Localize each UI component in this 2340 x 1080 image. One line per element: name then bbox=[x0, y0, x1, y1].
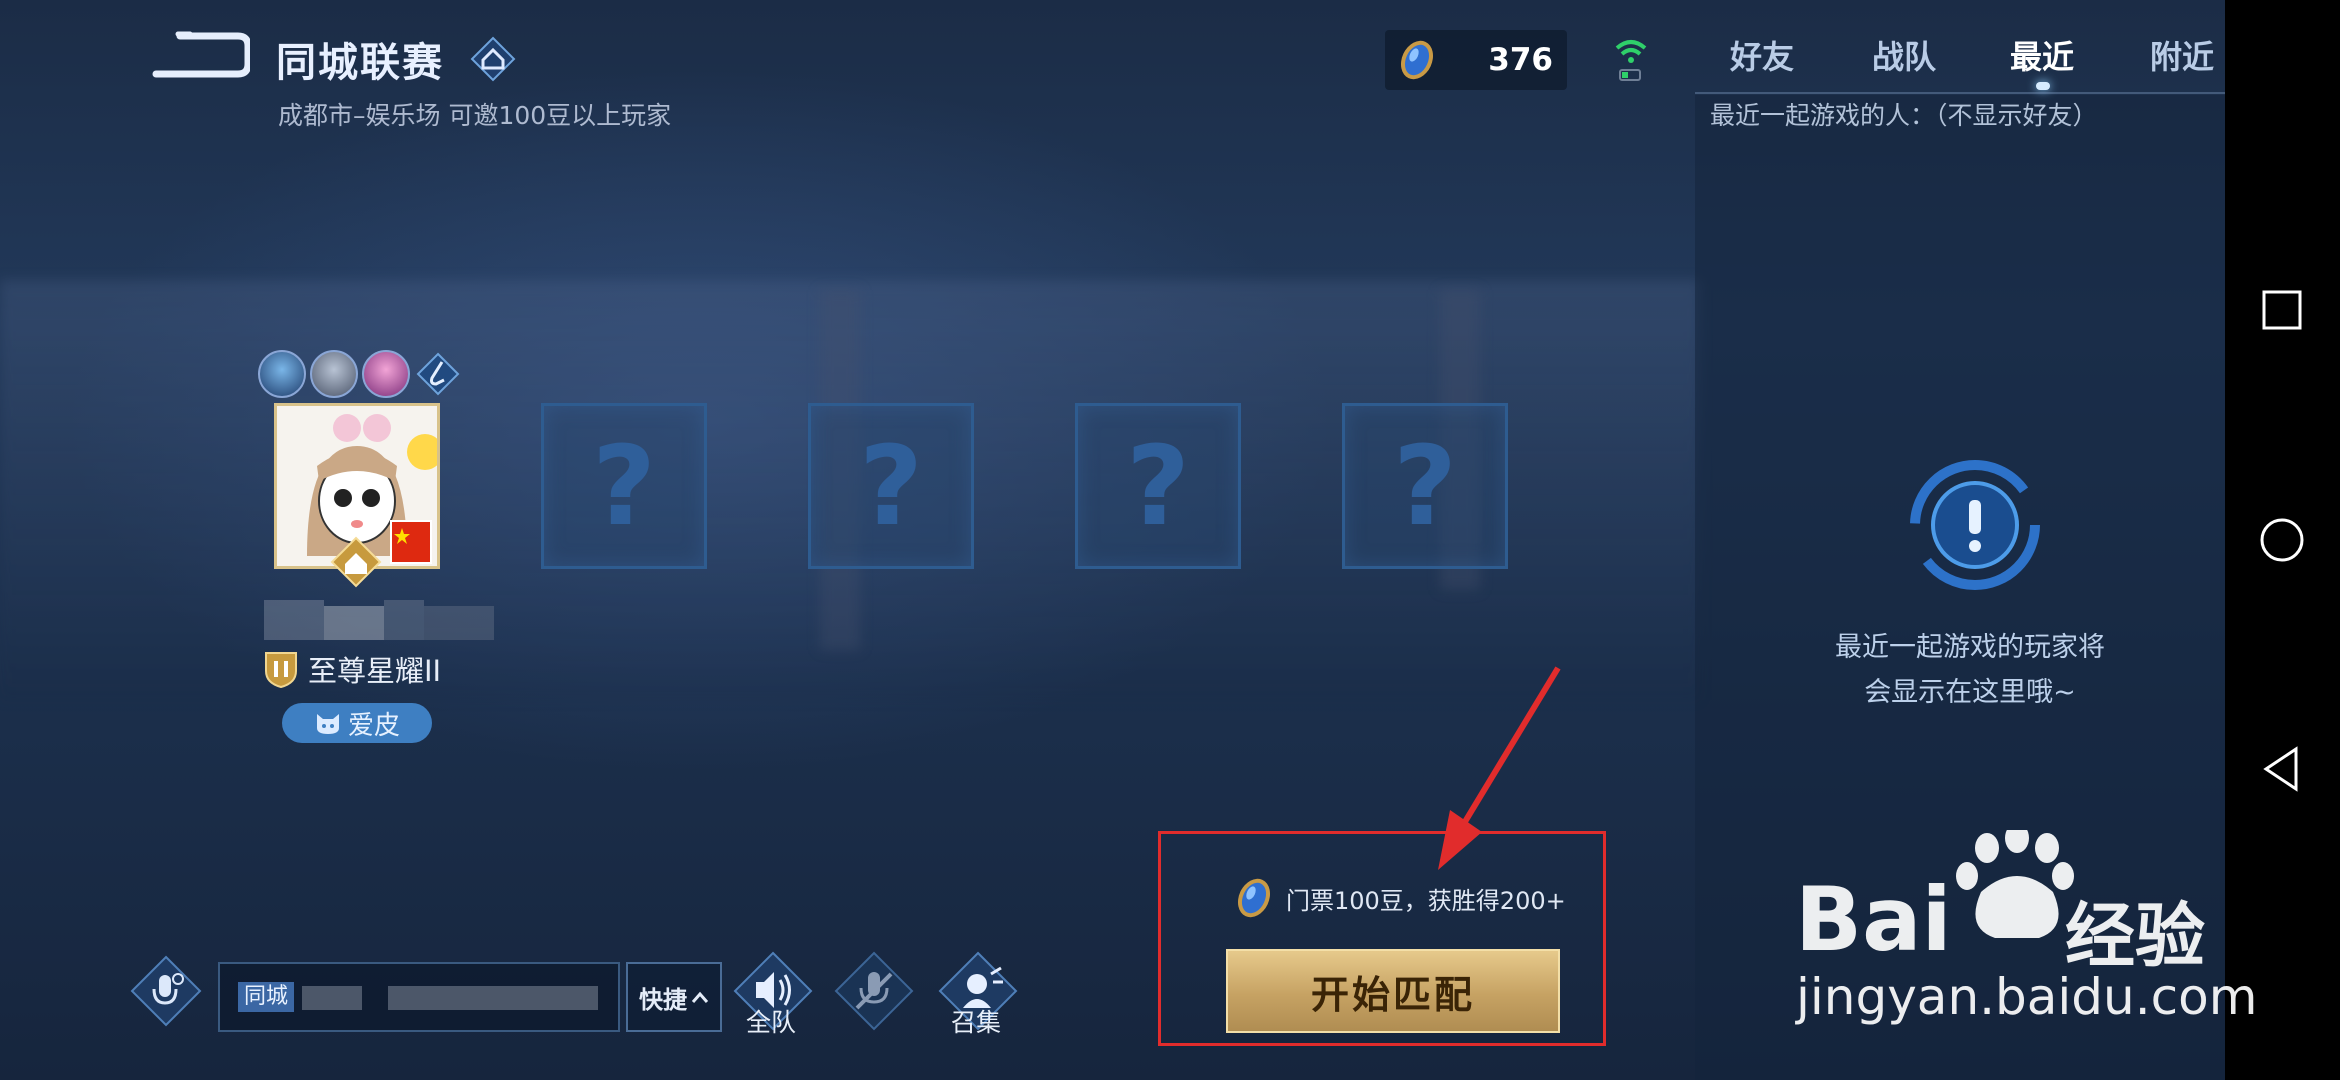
invite-slot[interactable]: ? bbox=[541, 403, 707, 569]
back-icon[interactable] bbox=[2256, 743, 2308, 795]
svg-text:?: ? bbox=[1126, 422, 1190, 550]
home-badge-icon[interactable] bbox=[470, 36, 516, 82]
recent-apps-icon[interactable] bbox=[2256, 284, 2308, 336]
tab-friends[interactable]: 好友 bbox=[1730, 32, 1794, 78]
invite-slot[interactable]: ? bbox=[808, 403, 974, 569]
tab-nearby[interactable]: 附近 bbox=[2150, 32, 2214, 78]
player-name-blurred bbox=[264, 600, 494, 640]
tag-label: 爱皮 bbox=[347, 710, 400, 741]
cat-face-icon bbox=[316, 714, 339, 734]
question-mark-icon: ? bbox=[1126, 422, 1190, 550]
svg-text:?: ? bbox=[859, 422, 923, 550]
start-match-label: 开始匹配 bbox=[1310, 972, 1475, 1017]
ticket-info: 门票100豆，获胜得200+ bbox=[1232, 873, 1566, 923]
bean-amount: 376 bbox=[1488, 42, 1553, 78]
invite-slot[interactable]: ? bbox=[1342, 403, 1508, 569]
start-match-button[interactable]: 开始匹配 bbox=[1226, 949, 1560, 1033]
bean-icon bbox=[1237, 878, 1271, 918]
chevron-up-icon bbox=[691, 991, 709, 1003]
chat-blurred-text bbox=[302, 986, 362, 1010]
bean-icon bbox=[1400, 40, 1434, 80]
player-tag[interactable]: 爱皮 bbox=[282, 703, 432, 743]
red-arrow-icon bbox=[1438, 666, 1561, 870]
empty-state-text: 最近一起游戏的玩家将 会显示在这里哦~ bbox=[1835, 632, 2105, 708]
china-flag-icon bbox=[390, 520, 432, 564]
page-title: 同城联赛 bbox=[276, 40, 444, 86]
hero-avatar bbox=[362, 350, 410, 398]
bean-currency: 376 bbox=[1385, 30, 1567, 90]
hero-avatar bbox=[310, 350, 358, 398]
team-voice-label: 全队 bbox=[746, 1008, 797, 1037]
mic-muted-icon[interactable] bbox=[833, 950, 915, 1032]
divider bbox=[1695, 92, 2225, 94]
rank-label: 至尊星耀II bbox=[308, 654, 442, 688]
svg-text:?: ? bbox=[1393, 422, 1457, 550]
watermark-brand: Bai bbox=[1795, 868, 1952, 971]
tab-recent[interactable]: 最近 bbox=[2010, 32, 2074, 78]
room-subtitle: 成都市–娱乐场 可邀100豆以上玩家 bbox=[278, 101, 672, 130]
invite-slot[interactable]: ? bbox=[1075, 403, 1241, 569]
hook-icon bbox=[416, 352, 460, 396]
ticket-text: 门票100豆，获胜得200+ bbox=[1286, 886, 1566, 915]
question-mark-icon: ? bbox=[859, 422, 923, 550]
rank-shield-icon bbox=[265, 652, 297, 689]
chat-channel-tag: 同城 bbox=[238, 982, 295, 1012]
tab-team[interactable]: 战队 bbox=[1872, 32, 1936, 78]
recent-players-label: 最近一起游戏的人：（不显示好友） bbox=[1710, 101, 2098, 130]
question-mark-icon: ? bbox=[1393, 422, 1457, 550]
house-badge-icon bbox=[330, 536, 382, 588]
wifi-signal-icon bbox=[1615, 40, 1647, 81]
svg-text:?: ? bbox=[592, 422, 656, 550]
watermark-brand-cn: 经验 bbox=[2065, 895, 2205, 977]
exclamation-icon bbox=[1910, 460, 2040, 590]
hero-avatar bbox=[258, 350, 306, 398]
summon-label: 召集 bbox=[951, 1008, 1002, 1037]
quick-chat-button[interactable]: 快捷 bbox=[626, 962, 722, 1032]
chat-input[interactable]: 同城 bbox=[218, 962, 620, 1032]
back-arrow-icon[interactable] bbox=[150, 30, 250, 82]
player-rank: 至尊星耀II bbox=[262, 648, 441, 690]
quick-chat-label: 快捷 bbox=[639, 985, 687, 1014]
watermark-url: jingyan.baidu.com bbox=[1796, 968, 2258, 1026]
voice-settings-icon[interactable] bbox=[130, 955, 202, 1027]
hero-icons bbox=[258, 350, 462, 398]
question-mark-icon: ? bbox=[592, 422, 656, 550]
active-tab-indicator bbox=[2036, 82, 2050, 90]
home-icon[interactable] bbox=[2256, 514, 2308, 566]
chat-blurred-text bbox=[388, 986, 598, 1010]
